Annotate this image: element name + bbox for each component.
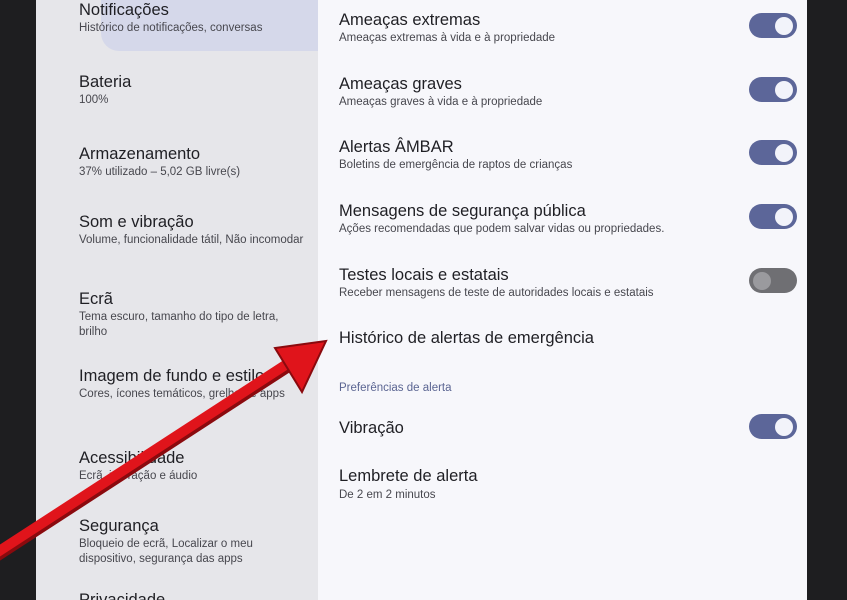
sidebar-item-label: Som e vibração	[79, 213, 194, 231]
sidebar-item-wallpaper[interactable]: Imagem de fundo e estilo Cores, ícones t…	[79, 366, 309, 402]
toggle-knob	[775, 207, 793, 226]
extreme-threats-title[interactable]: Ameaças extremas	[339, 10, 480, 30]
alert-reminder-summary: De 2 em 2 minutos	[339, 489, 436, 501]
sidebar-item-accessibility[interactable]: Acessibilidade Ecrã, interação e áudio	[79, 448, 309, 484]
sidebar-item-summary: Histórico de notificações, conversas	[79, 22, 263, 34]
extreme-threats-summary: Ameaças extremas à vida e à propriedade	[339, 32, 556, 44]
toggle-knob	[775, 143, 793, 162]
toggle-knob	[775, 16, 793, 35]
amber-alerts-toggle[interactable]	[749, 140, 797, 165]
sidebar-item-label: Bateria	[79, 73, 132, 91]
sidebar-item-security[interactable]: Segurança Bloqueio de ecrã, Localizar o …	[79, 516, 309, 567]
sidebar-item-label: Ecrã	[79, 290, 113, 308]
amber-alerts-summary: Boletins de emergência de raptos de cria…	[339, 159, 573, 171]
vibration-title[interactable]: Vibração	[339, 418, 404, 438]
sidebar-item-summary: 100%	[79, 94, 109, 106]
public-safety-toggle[interactable]	[749, 204, 797, 229]
toggle-knob	[775, 80, 793, 99]
alert-preferences-heading: Preferências de alerta	[339, 382, 452, 394]
sidebar-item-summary: Cores, ícones temáticos, grelha de apps	[79, 388, 285, 400]
device-bezel-left	[0, 0, 36, 600]
sidebar-item-label: Notificações	[79, 1, 169, 19]
sidebar-item-notifications[interactable]: Notificações Histórico de notificações, …	[79, 0, 318, 51]
local-tests-summary: Receber mensagens de teste de autoridade…	[339, 287, 654, 299]
sidebar-item-label: Segurança	[79, 517, 159, 535]
sidebar-item-sound[interactable]: Som e vibração Volume, funcionalidade tá…	[79, 212, 309, 248]
toggle-knob	[753, 271, 771, 290]
public-safety-title[interactable]: Mensagens de segurança pública	[339, 201, 586, 221]
toggle-knob	[775, 417, 793, 436]
sidebar-item-storage[interactable]: Armazenamento 37% utilizado – 5,02 GB li…	[79, 144, 309, 180]
local-tests-toggle[interactable]	[749, 268, 797, 293]
extreme-threats-toggle[interactable]	[749, 13, 797, 38]
sidebar-item-label: Privacidade	[79, 591, 166, 600]
sidebar-item-display[interactable]: Ecrã Tema escuro, tamanho do tipo de let…	[79, 289, 309, 340]
sidebar-item-battery[interactable]: Bateria 100%	[79, 72, 309, 108]
amber-alerts-title[interactable]: Alertas ÂMBAR	[339, 137, 454, 157]
emergency-alerts-panel: Ameaças extremas Ameaças extremas à vida…	[318, 0, 807, 600]
sidebar-item-summary: Volume, funcionalidade tátil, Não incomo…	[79, 234, 304, 246]
sidebar-item-label: Imagem de fundo e estilo	[79, 367, 265, 385]
sidebar-item-label: Acessibilidade	[79, 449, 185, 467]
sidebar-item-privacy[interactable]: Privacidade	[79, 590, 309, 600]
sidebar-item-summary: Ecrã, interação e áudio	[79, 470, 198, 482]
device-bezel-right	[807, 0, 847, 600]
severe-threats-summary: Ameaças graves à vida e à propriedade	[339, 96, 543, 108]
settings-sidebar: Notificações Histórico de notificações, …	[36, 0, 318, 600]
sidebar-item-summary: 37% utilizado – 5,02 GB livre(s)	[79, 166, 241, 178]
alert-history-item[interactable]: Histórico de alertas de emergência	[339, 328, 594, 348]
sidebar-item-summary: Tema escuro, tamanho do tipo de letra, b…	[79, 311, 279, 338]
severe-threats-title[interactable]: Ameaças graves	[339, 74, 462, 94]
sidebar-item-summary: Bloqueio de ecrã, Localizar o meu dispos…	[79, 538, 253, 565]
alert-reminder-title[interactable]: Lembrete de alerta	[339, 466, 478, 486]
sidebar-item-label: Armazenamento	[79, 145, 201, 163]
severe-threats-toggle[interactable]	[749, 77, 797, 102]
vibration-toggle[interactable]	[749, 414, 797, 439]
local-tests-title[interactable]: Testes locais e estatais	[339, 265, 509, 285]
public-safety-summary: Ações recomendadas que podem salvar vida…	[339, 223, 665, 235]
